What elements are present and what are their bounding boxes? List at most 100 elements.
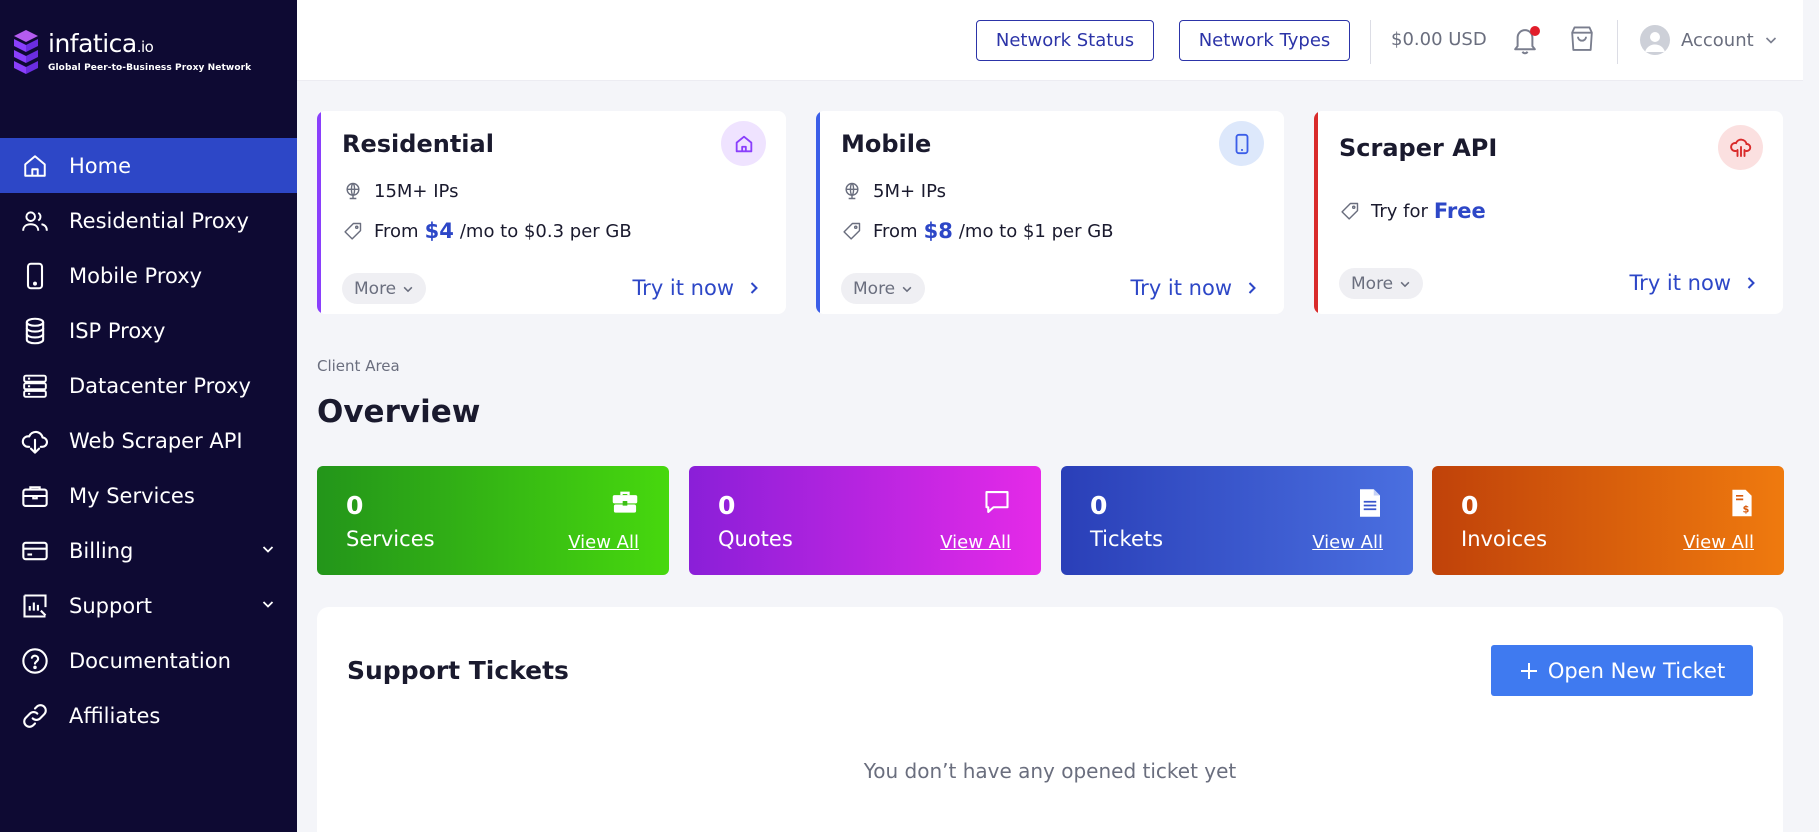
try-it-now-link[interactable]: Try it now bbox=[1629, 271, 1757, 295]
network-status-button[interactable]: Network Status bbox=[976, 20, 1154, 61]
notification-dot bbox=[1530, 26, 1540, 36]
view-all-link[interactable]: View All bbox=[1312, 532, 1383, 553]
tag-icon bbox=[841, 220, 863, 242]
sidebar-item-label: Datacenter Proxy bbox=[69, 373, 251, 398]
stat-value: 0 bbox=[346, 491, 364, 520]
product-card-mobile: Mobile 5M+ IPs From $8 /mo to $1 per GB … bbox=[816, 111, 1284, 314]
sidebar-item-web-scraper-api[interactable]: Web Scraper API bbox=[0, 413, 297, 468]
more-button[interactable]: More bbox=[841, 273, 926, 304]
account-menu[interactable]: Account bbox=[1640, 25, 1778, 55]
divider bbox=[1617, 20, 1618, 64]
free-trial-row: Try for Free bbox=[1339, 199, 1492, 223]
database-icon bbox=[20, 316, 50, 346]
sidebar-item-isp-proxy[interactable]: ISP Proxy bbox=[0, 303, 297, 358]
price-row: From $4 /mo to $0.3 per GB bbox=[342, 219, 632, 243]
more-label: More bbox=[853, 278, 896, 299]
price-suffix: /mo to $0.3 per GB bbox=[459, 220, 632, 242]
scrollbar-track[interactable] bbox=[1803, 0, 1819, 832]
ip-count: 15M+ IPs bbox=[374, 180, 459, 202]
more-label: More bbox=[1351, 273, 1394, 294]
view-all-link[interactable]: View All bbox=[568, 532, 639, 553]
try-prefix: Try for bbox=[1371, 200, 1428, 222]
price-value: $4 bbox=[424, 219, 454, 243]
chevron-right-icon bbox=[750, 282, 758, 294]
price-prefix: From bbox=[374, 220, 419, 242]
cloud-api-icon bbox=[1718, 125, 1763, 170]
page-title: Overview bbox=[317, 394, 481, 430]
stat-label: Tickets bbox=[1090, 527, 1164, 551]
brand-name: infatica.io bbox=[48, 29, 154, 58]
stat-value: 0 bbox=[718, 491, 736, 520]
top-bar: Network Status Network Types $0.00 USD A… bbox=[297, 0, 1803, 81]
notifications-button[interactable] bbox=[1510, 24, 1540, 60]
sidebar-item-mobile-proxy[interactable]: Mobile Proxy bbox=[0, 248, 297, 303]
stat-label: Quotes bbox=[718, 527, 793, 551]
sidebar-item-home[interactable]: Home bbox=[0, 138, 297, 193]
try-it-now-link[interactable]: Try it now bbox=[1130, 276, 1258, 300]
sidebar-item-billing[interactable]: Billing bbox=[0, 523, 297, 578]
stat-card-invoices: 0 Invoices View All $ bbox=[1432, 466, 1784, 575]
avatar bbox=[1640, 25, 1670, 55]
stat-label: Services bbox=[346, 527, 435, 551]
cart-button[interactable] bbox=[1568, 24, 1596, 58]
plus-icon bbox=[1520, 662, 1537, 679]
chevron-down-icon[interactable] bbox=[261, 542, 275, 556]
network-types-button[interactable]: Network Types bbox=[1179, 20, 1350, 61]
price-value: $8 bbox=[923, 219, 953, 243]
more-button[interactable]: More bbox=[342, 273, 427, 304]
sidebar-item-datacenter-proxy[interactable]: Datacenter Proxy bbox=[0, 358, 297, 413]
try-it-now-link[interactable]: Try it now bbox=[632, 276, 760, 300]
sidebar-nav: Home Residential Proxy Mobile Proxy ISP … bbox=[0, 138, 297, 743]
button-label: Open New Ticket bbox=[1547, 658, 1726, 683]
sidebar-item-documentation[interactable]: Documentation bbox=[0, 633, 297, 688]
ip-count-row: 5M+ IPs bbox=[841, 180, 946, 202]
chevron-right-icon bbox=[1747, 277, 1755, 289]
sidebar-item-label: ISP Proxy bbox=[69, 318, 166, 343]
globe-icon bbox=[841, 180, 863, 202]
view-all-link[interactable]: View All bbox=[1683, 532, 1754, 553]
stat-label: Invoices bbox=[1461, 527, 1548, 551]
sidebar-item-label: Documentation bbox=[69, 648, 231, 673]
card-accent-bar bbox=[816, 111, 820, 314]
chart-icon bbox=[20, 591, 50, 621]
stat-card-services: 0 Services View All bbox=[317, 466, 669, 575]
breadcrumb[interactable]: Client Area bbox=[317, 357, 400, 375]
view-all-link[interactable]: View All bbox=[940, 532, 1011, 553]
sidebar-item-support[interactable]: Support bbox=[0, 578, 297, 633]
empty-state-message: You don’t have any opened ticket yet bbox=[863, 759, 1237, 783]
mobile-icon bbox=[20, 261, 50, 291]
infatica-logo-icon bbox=[14, 30, 38, 74]
price-prefix: From bbox=[873, 220, 918, 242]
sidebar-item-affiliates[interactable]: Affiliates bbox=[0, 688, 297, 743]
card-accent-bar bbox=[1314, 111, 1318, 314]
account-balance[interactable]: $0.00 USD bbox=[1391, 29, 1487, 50]
stat-card-quotes: 0 Quotes View All bbox=[689, 466, 1041, 575]
chevron-down-icon[interactable] bbox=[261, 597, 275, 611]
more-button[interactable]: More bbox=[1339, 268, 1424, 299]
sidebar-item-residential-proxy[interactable]: Residential Proxy bbox=[0, 193, 297, 248]
chevron-down-icon bbox=[1765, 37, 1776, 44]
sidebar-item-label: Web Scraper API bbox=[69, 428, 243, 453]
invoice-icon: $ bbox=[1732, 489, 1752, 517]
card-title: Scraper API bbox=[1339, 134, 1498, 162]
tag-icon bbox=[342, 220, 364, 242]
shopping-bag-icon bbox=[1571, 26, 1593, 51]
credit-card-icon bbox=[20, 536, 50, 566]
sidebar-item-label: Residential Proxy bbox=[69, 208, 249, 233]
sidebar-item-label: Affiliates bbox=[69, 703, 161, 728]
sidebar-item-my-services[interactable]: My Services bbox=[0, 468, 297, 523]
briefcase-icon bbox=[20, 481, 50, 511]
help-circle-icon bbox=[20, 646, 50, 676]
section-title: Support Tickets bbox=[347, 656, 569, 685]
price-row: From $8 /mo to $1 per GB bbox=[841, 219, 1114, 243]
chat-icon bbox=[985, 491, 1009, 513]
users-icon bbox=[20, 206, 50, 236]
ip-count: 5M+ IPs bbox=[873, 180, 947, 202]
mobile-icon bbox=[1219, 121, 1264, 166]
product-card-scraper-api: Scraper API Try for Free More Try it now bbox=[1314, 111, 1783, 314]
brand-logo[interactable]: infatica.io Global Peer-to-Business Prox… bbox=[14, 30, 251, 82]
card-title: Mobile bbox=[841, 130, 932, 158]
account-label: Account bbox=[1681, 29, 1754, 51]
product-card-residential: Residential 15M+ IPs From $4 /mo to $0.3… bbox=[317, 111, 786, 314]
open-new-ticket-button[interactable]: Open New Ticket bbox=[1491, 645, 1753, 696]
